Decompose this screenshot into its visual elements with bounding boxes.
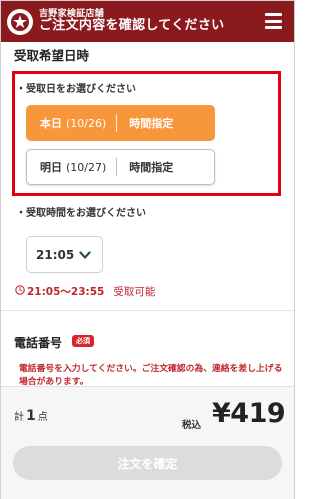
hamburger-menu-icon[interactable] bbox=[265, 13, 282, 29]
time-spec-label: 時間指定 bbox=[129, 161, 174, 174]
confirm-order-button[interactable]: 注文を確定 bbox=[13, 446, 282, 480]
date-option-date: (10/27) bbox=[66, 160, 107, 174]
page-title: ご注文内容を確認してください bbox=[39, 18, 225, 34]
time-range-text: 21:05〜23:55 bbox=[27, 286, 105, 298]
required-badge: 必須 bbox=[72, 335, 94, 347]
count-prefix: 計 bbox=[14, 412, 24, 423]
separator bbox=[116, 114, 118, 132]
section-divider bbox=[1, 310, 294, 311]
clock-icon bbox=[15, 285, 25, 298]
date-option-day: 明日 bbox=[40, 161, 62, 174]
date-option-tomorrow[interactable]: 明日 (10/27) 時間指定 bbox=[26, 149, 215, 185]
pickup-time-range: 21:05〜23:55 受取可能 bbox=[15, 284, 155, 299]
date-prompt: ・受取日をお選びください bbox=[16, 84, 136, 95]
tax-label: 税込 bbox=[182, 420, 202, 431]
pickup-heading: 受取希望日時 bbox=[14, 48, 90, 63]
time-prompt: ・受取時間をお選びください bbox=[16, 208, 146, 219]
time-spec-label: 時間指定 bbox=[129, 117, 174, 130]
count-suffix: 点 bbox=[37, 412, 48, 423]
separator bbox=[116, 158, 118, 176]
pickup-time-select[interactable]: 21:05 bbox=[26, 236, 103, 273]
date-option-today[interactable]: 本日 (10/26) 時間指定 bbox=[26, 105, 215, 141]
time-select-value: 21:05 bbox=[36, 247, 75, 262]
count-number: 1 bbox=[26, 408, 36, 424]
chevron-down-icon bbox=[79, 249, 91, 263]
item-count: 計 1 点 bbox=[14, 408, 48, 424]
date-option-date: (10/26) bbox=[66, 116, 107, 130]
order-footer: 計 1 点 税込 ¥419 注文を確定 bbox=[1, 386, 294, 499]
availability-text: 受取可能 bbox=[113, 286, 156, 298]
phone-heading: 電話番号 bbox=[14, 336, 63, 350]
order-total: ¥419 bbox=[212, 398, 286, 429]
date-option-day: 本日 bbox=[40, 117, 62, 130]
app-header: 吉野家検証店舗 ご注文内容を確認してください bbox=[1, 1, 294, 42]
yoshinoya-logo-icon bbox=[7, 8, 33, 35]
